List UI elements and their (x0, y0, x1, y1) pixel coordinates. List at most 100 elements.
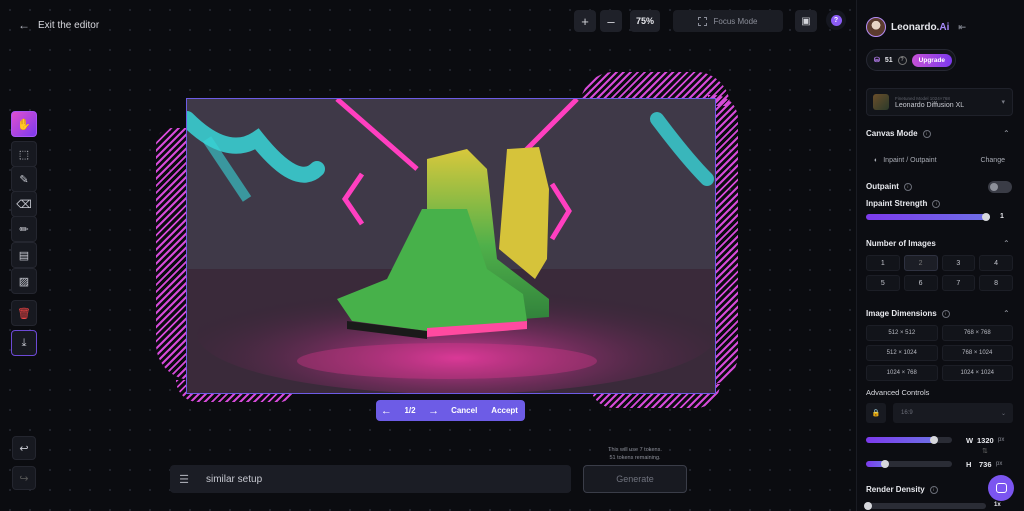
canvas-mode-row: ◐ Inpaint / Outpaint Change (866, 150, 1013, 170)
render-density-title: Render Density i (866, 485, 938, 494)
chat-button[interactable] (988, 475, 1014, 501)
number-of-images-title: Number of Images (866, 239, 936, 248)
slider-knob[interactable] (881, 460, 889, 468)
render-density-slider[interactable] (864, 502, 986, 510)
result-navigator: ← 1/2 → Cancel Accept (376, 400, 525, 421)
image-count-option[interactable]: 1 (866, 255, 900, 271)
slider-knob[interactable] (982, 213, 990, 221)
image-count-option[interactable]: 2 (903, 255, 938, 271)
pencil-icon: ✏ (19, 223, 29, 236)
undo-button[interactable]: ↩ (12, 436, 36, 460)
inpaint-strength-slider[interactable] (866, 213, 990, 221)
delete-button[interactable]: 🗑 (11, 300, 37, 326)
avatar[interactable] (866, 17, 886, 37)
swap-icon[interactable]: ⇅ (982, 447, 988, 455)
prompt-text: similar setup (206, 473, 263, 485)
brush-tool-button[interactable]: ✎ (11, 166, 37, 192)
chevron-up-icon[interactable]: ⌃ (1003, 129, 1010, 138)
exit-editor-label: Exit the editor (38, 19, 100, 31)
width-slider[interactable] (866, 436, 952, 444)
redo-icon: ↪ (19, 472, 29, 485)
help-button[interactable]: ? (826, 10, 846, 30)
info-icon[interactable]: i (932, 199, 941, 208)
dimension-option[interactable]: 1024 × 768 (866, 365, 938, 381)
zoom-out-button[interactable]: – (600, 10, 622, 32)
download-button[interactable]: ⤓ (11, 330, 37, 356)
slider-fill (866, 437, 935, 443)
palette-icon: ◐ (874, 156, 879, 164)
pencil-tool-button[interactable]: ✏ (11, 216, 37, 242)
section-label: Image Dimensions (866, 309, 937, 318)
arrow-left-icon: ← (18, 18, 30, 32)
image-count-option[interactable]: 3 (941, 255, 976, 271)
lock-icon[interactable]: 🔒 (866, 403, 886, 423)
section-label: Outpaint (866, 182, 899, 191)
focus-icon (698, 16, 708, 26)
upgrade-button[interactable]: Upgrade (911, 53, 953, 67)
inpaint-strength-value: 1 (1000, 213, 1004, 220)
info-icon[interactable]: i (922, 129, 931, 138)
zoom-in-button[interactable]: + (574, 10, 596, 32)
collapse-icon[interactable]: ⇤ (958, 22, 966, 33)
prev-arrow-icon[interactable]: ← (376, 405, 397, 417)
info-icon[interactable]: i (941, 309, 950, 318)
width-unit: px (998, 437, 1005, 443)
info-icon[interactable]: i (903, 182, 912, 191)
chevron-up-icon[interactable]: ⌃ (1003, 239, 1010, 248)
advanced-controls-label[interactable]: Advanced Controls (866, 388, 929, 397)
chevron-up-icon[interactable]: ⌃ (1003, 309, 1010, 318)
prompt-input[interactable]: ☰ similar setup (170, 465, 571, 493)
change-mode-button[interactable]: Change (980, 157, 1005, 164)
zoom-level[interactable]: 75% (630, 10, 660, 32)
exit-editor-button[interactable]: ← Exit the editor (18, 18, 99, 32)
dimension-option[interactable]: 512 × 1024 (866, 345, 938, 361)
slider-knob[interactable] (864, 502, 872, 510)
image-count-option[interactable]: 7 (941, 275, 976, 291)
dimension-option[interactable]: 768 × 1024 (941, 345, 1013, 361)
width-value[interactable]: 1320 (977, 436, 994, 445)
info-icon[interactable]: i (929, 485, 938, 494)
height-slider[interactable] (866, 460, 952, 468)
image-upload-button[interactable]: ▤ (11, 242, 37, 268)
image-count-option[interactable]: 4 (979, 255, 1013, 271)
robot-icon[interactable]: ▣ (795, 10, 817, 32)
redo-button[interactable]: ↪ (12, 466, 36, 490)
pan-tool-button[interactable]: ✋ (11, 111, 37, 137)
slider-knob[interactable] (930, 436, 938, 444)
token-note: This will use 7 tokens. 51 tokens remain… (585, 446, 685, 462)
image-count-option[interactable]: 6 (903, 275, 938, 291)
help-icon[interactable]: ? (897, 55, 907, 65)
brand-suffix: Ai (939, 21, 950, 33)
focus-mode-button[interactable]: Focus Mode (673, 10, 783, 32)
image-count-option[interactable]: 5 (866, 275, 900, 291)
height-value[interactable]: 736 (979, 460, 992, 469)
eraser-tool-button[interactable]: ⌫ (11, 191, 37, 217)
model-name: Leonardo Diffusion XL (895, 102, 965, 109)
sliders-icon[interactable]: ☰ (170, 473, 198, 486)
select-tool-button[interactable]: ⬚ (11, 141, 37, 167)
model-selector[interactable]: Finetuned Model 1024×768 Leonardo Diffus… (866, 88, 1013, 116)
eraser-icon: ⌫ (16, 198, 32, 211)
image-tool-button[interactable]: ▨ (11, 268, 37, 294)
aspect-ratio-value: 16:9 (901, 410, 913, 416)
accept-button[interactable]: Accept (484, 406, 525, 415)
dimension-option[interactable]: 512 × 512 (866, 325, 938, 341)
model-thumbnail (873, 94, 889, 110)
image-count-options: 1 2 3 4 5 6 7 8 (866, 255, 1013, 291)
dimension-option[interactable]: 1024 × 1024 (941, 365, 1013, 381)
generate-button[interactable]: Generate (583, 465, 687, 493)
aspect-ratio-select[interactable]: 16:9 ⌄ (893, 403, 1013, 423)
select-icon: ⬚ (18, 148, 30, 161)
hand-icon: ✋ (17, 118, 31, 131)
brand-name: Leonardo. (891, 21, 940, 33)
dimension-options: 512 × 512 768 × 768 512 × 1024 768 × 102… (866, 325, 1013, 381)
outpaint-toggle[interactable] (988, 181, 1012, 193)
brush-icon: ✎ (19, 173, 29, 186)
chat-icon (995, 483, 1007, 493)
section-label: Canvas Mode (866, 129, 918, 138)
canvas-image[interactable] (186, 98, 716, 394)
cancel-button[interactable]: Cancel (444, 406, 484, 415)
next-arrow-icon[interactable]: → (423, 405, 444, 417)
image-count-option[interactable]: 8 (979, 275, 1013, 291)
dimension-option[interactable]: 768 × 768 (941, 325, 1013, 341)
